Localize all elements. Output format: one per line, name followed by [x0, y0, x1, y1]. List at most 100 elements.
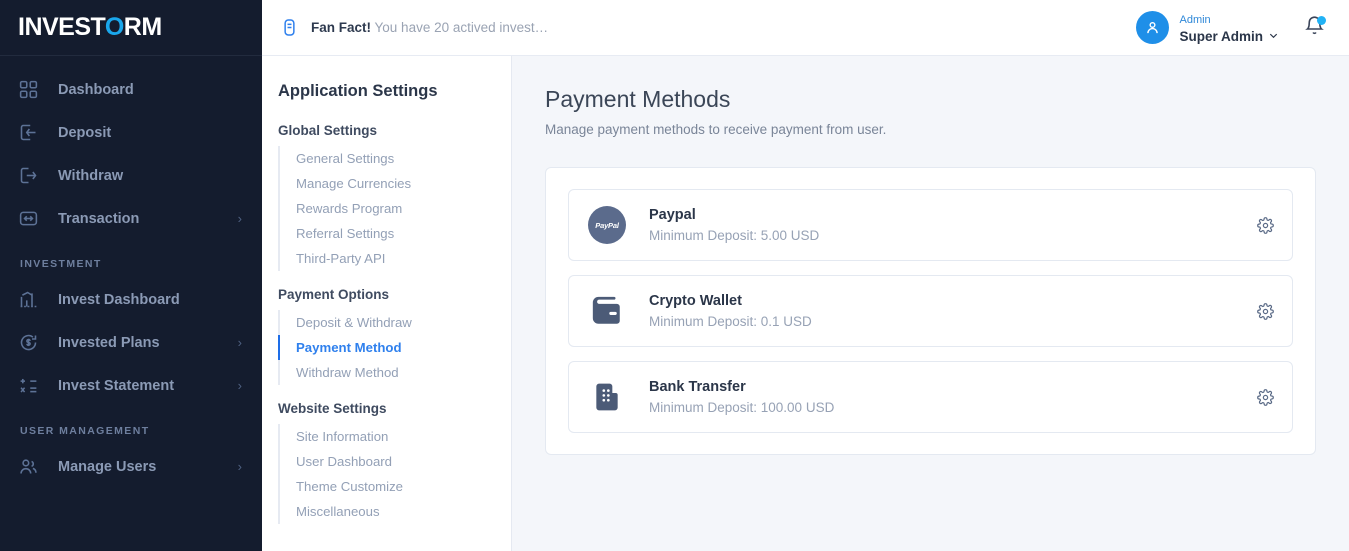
sidebar-item-label: Manage Users — [58, 458, 157, 475]
grid-icon — [18, 79, 44, 101]
app-root: INVESTORM Dashboard Deposit Withdraw Tra… — [0, 0, 1349, 551]
avatar — [1136, 11, 1170, 44]
chevron-down-icon — [1268, 29, 1279, 46]
settings-nav-panel: Application Settings Global Settings Gen… — [262, 56, 512, 551]
payment-method-info: Paypal Minimum Deposit: 5.00 USD — [649, 207, 1247, 243]
sidebar-item-invested-plans[interactable]: Invested Plans › — [0, 321, 262, 364]
sidebar-item-label: Dashboard — [58, 81, 134, 98]
wallet-icon — [587, 291, 627, 331]
sidebar-item-label: Deposit — [58, 124, 112, 141]
sidebar-item-withdraw[interactable]: Withdraw — [0, 154, 262, 197]
sidebar-item-label: Invested Plans — [58, 334, 160, 351]
brand-text-before: INVEST — [18, 13, 105, 41]
sidebar-item-deposit[interactable]: Deposit — [0, 111, 262, 154]
chevron-right-icon: › — [237, 378, 242, 393]
settings-link-user-dashboard[interactable]: User Dashboard — [280, 449, 511, 474]
gear-icon[interactable] — [1247, 216, 1274, 234]
fan-fact-banner: Fan Fact! You have 20 actived invest… — [280, 18, 548, 37]
settings-group-title: Payment Options — [278, 287, 390, 302]
users-icon — [18, 456, 44, 478]
profile-name: Super Admin — [1179, 29, 1263, 45]
payment-methods-card: PayPal Paypal Minimum Deposit: 5.00 USD — [545, 167, 1316, 455]
payment-method-minimum: Minimum Deposit: 0.1 USD — [649, 314, 812, 329]
paypal-badge: PayPal — [588, 206, 626, 244]
settings-link-miscellaneous[interactable]: Miscellaneous — [280, 499, 511, 524]
chevron-right-icon: › — [237, 335, 242, 350]
top-bar: Fan Fact! You have 20 actived invest… Ad… — [262, 0, 1349, 56]
payment-method-row-bank-transfer[interactable]: Bank Transfer Minimum Deposit: 100.00 US… — [568, 361, 1293, 433]
refresh-dollar-icon — [18, 332, 44, 354]
payment-method-info: Crypto Wallet Minimum Deposit: 0.1 USD — [649, 293, 1247, 329]
withdraw-icon — [18, 165, 44, 187]
brand-text-after: RM — [123, 13, 162, 41]
payment-method-name: Crypto Wallet — [649, 293, 742, 309]
payment-method-minimum: Minimum Deposit: 5.00 USD — [649, 228, 820, 243]
profile-role: Admin — [1179, 14, 1211, 27]
payment-method-row-crypto-wallet[interactable]: Crypto Wallet Minimum Deposit: 0.1 USD — [568, 275, 1293, 347]
sidebar-section-user-management: USER MANAGEMENT — [20, 425, 150, 437]
main-content: Payment Methods Manage payment methods t… — [512, 56, 1349, 551]
sidebar-section-investment: INVESTMENT — [20, 258, 102, 270]
sidebar-item-transaction[interactable]: Transaction › — [0, 197, 262, 240]
notification-badge-dot — [1317, 15, 1326, 25]
gear-icon[interactable] — [1247, 302, 1274, 320]
right-region: Fan Fact! You have 20 actived invest… Ad… — [262, 0, 1349, 551]
sidebar-item-label: Transaction — [58, 210, 140, 227]
settings-link-payment-method[interactable]: Payment Method — [278, 335, 511, 360]
page-title: Payment Methods — [545, 86, 731, 112]
chevron-right-icon: › — [237, 459, 242, 474]
settings-group-title: Website Settings — [278, 401, 387, 416]
settings-link-general-settings[interactable]: General Settings — [280, 146, 511, 171]
settings-group-global: Global Settings General Settings Manage … — [262, 123, 511, 271]
brand-accent-letter: O — [104, 13, 124, 41]
settings-group-payment: Payment Options Deposit & Withdraw Payme… — [262, 287, 511, 385]
fan-fact-rest: You have 20 actived invest… — [371, 20, 549, 35]
gear-icon[interactable] — [1247, 388, 1274, 406]
sidebar-item-label: Invest Dashboard — [58, 291, 180, 308]
sidebar-item-manage-users[interactable]: Manage Users › — [0, 445, 262, 488]
page-subtitle: Manage payment methods to receive paymen… — [545, 122, 887, 137]
settings-group-website: Website Settings Site Information User D… — [262, 401, 511, 524]
settings-link-manage-currencies[interactable]: Manage Currencies — [280, 171, 511, 196]
settings-group-links: Deposit & Withdraw Payment Method Withdr… — [278, 310, 511, 385]
sidebar-item-label: Withdraw — [58, 167, 124, 184]
chevron-right-icon: › — [237, 211, 242, 226]
settings-link-theme-customize[interactable]: Theme Customize — [280, 474, 511, 499]
paypal-icon: PayPal — [587, 205, 627, 245]
settings-group-title: Global Settings — [278, 123, 378, 138]
settings-link-referral-settings[interactable]: Referral Settings — [280, 221, 511, 246]
profile-menu[interactable]: Admin Super Admin — [1136, 9, 1279, 46]
top-bar-right: Admin Super Admin — [1136, 9, 1327, 46]
settings-group-links: General Settings Manage Currencies Rewar… — [278, 146, 511, 271]
main-sidebar: INVESTORM Dashboard Deposit Withdraw Tra… — [0, 0, 262, 551]
sidebar-item-invest-statement[interactable]: Invest Statement › — [0, 364, 262, 407]
settings-group-links: Site Information User Dashboard Theme Cu… — [278, 424, 511, 524]
sidebar-item-dashboard[interactable]: Dashboard — [0, 68, 262, 111]
payment-method-minimum: Minimum Deposit: 100.00 USD — [649, 400, 835, 415]
brand-logo[interactable]: INVESTORM — [0, 0, 262, 56]
sidebar-item-invest-dashboard[interactable]: Invest Dashboard — [0, 278, 262, 321]
sidebar-item-label: Invest Statement — [58, 377, 175, 394]
settings-link-site-information[interactable]: Site Information — [280, 424, 511, 449]
payment-method-row-paypal[interactable]: PayPal Paypal Minimum Deposit: 5.00 USD — [568, 189, 1293, 261]
settings-link-rewards-program[interactable]: Rewards Program — [280, 196, 511, 221]
brand-logo-text: INVESTORM — [18, 13, 162, 42]
content-area: Application Settings Global Settings Gen… — [262, 56, 1349, 551]
deposit-icon — [18, 122, 44, 144]
profile-name-row: Super Admin — [1179, 29, 1279, 46]
bank-icon — [587, 377, 627, 417]
note-icon — [280, 18, 299, 37]
payment-method-info: Bank Transfer Minimum Deposit: 100.00 US… — [649, 379, 1247, 415]
transaction-icon — [18, 208, 44, 230]
sidebar-nav: Dashboard Deposit Withdraw Transaction ›… — [0, 56, 262, 551]
profile-labels: Admin Super Admin — [1179, 9, 1279, 46]
payment-method-name: Bank Transfer — [649, 379, 746, 395]
calculator-icon — [18, 375, 44, 397]
payment-method-name: Paypal — [649, 207, 696, 223]
settings-link-deposit-withdraw[interactable]: Deposit & Withdraw — [280, 310, 511, 335]
settings-link-third-party-api[interactable]: Third-Party API — [280, 246, 511, 271]
fan-fact-bold: Fan Fact! — [311, 20, 372, 35]
chart-bars-icon — [18, 289, 44, 311]
settings-link-withdraw-method[interactable]: Withdraw Method — [280, 360, 511, 385]
notifications-button[interactable] — [1301, 15, 1327, 41]
